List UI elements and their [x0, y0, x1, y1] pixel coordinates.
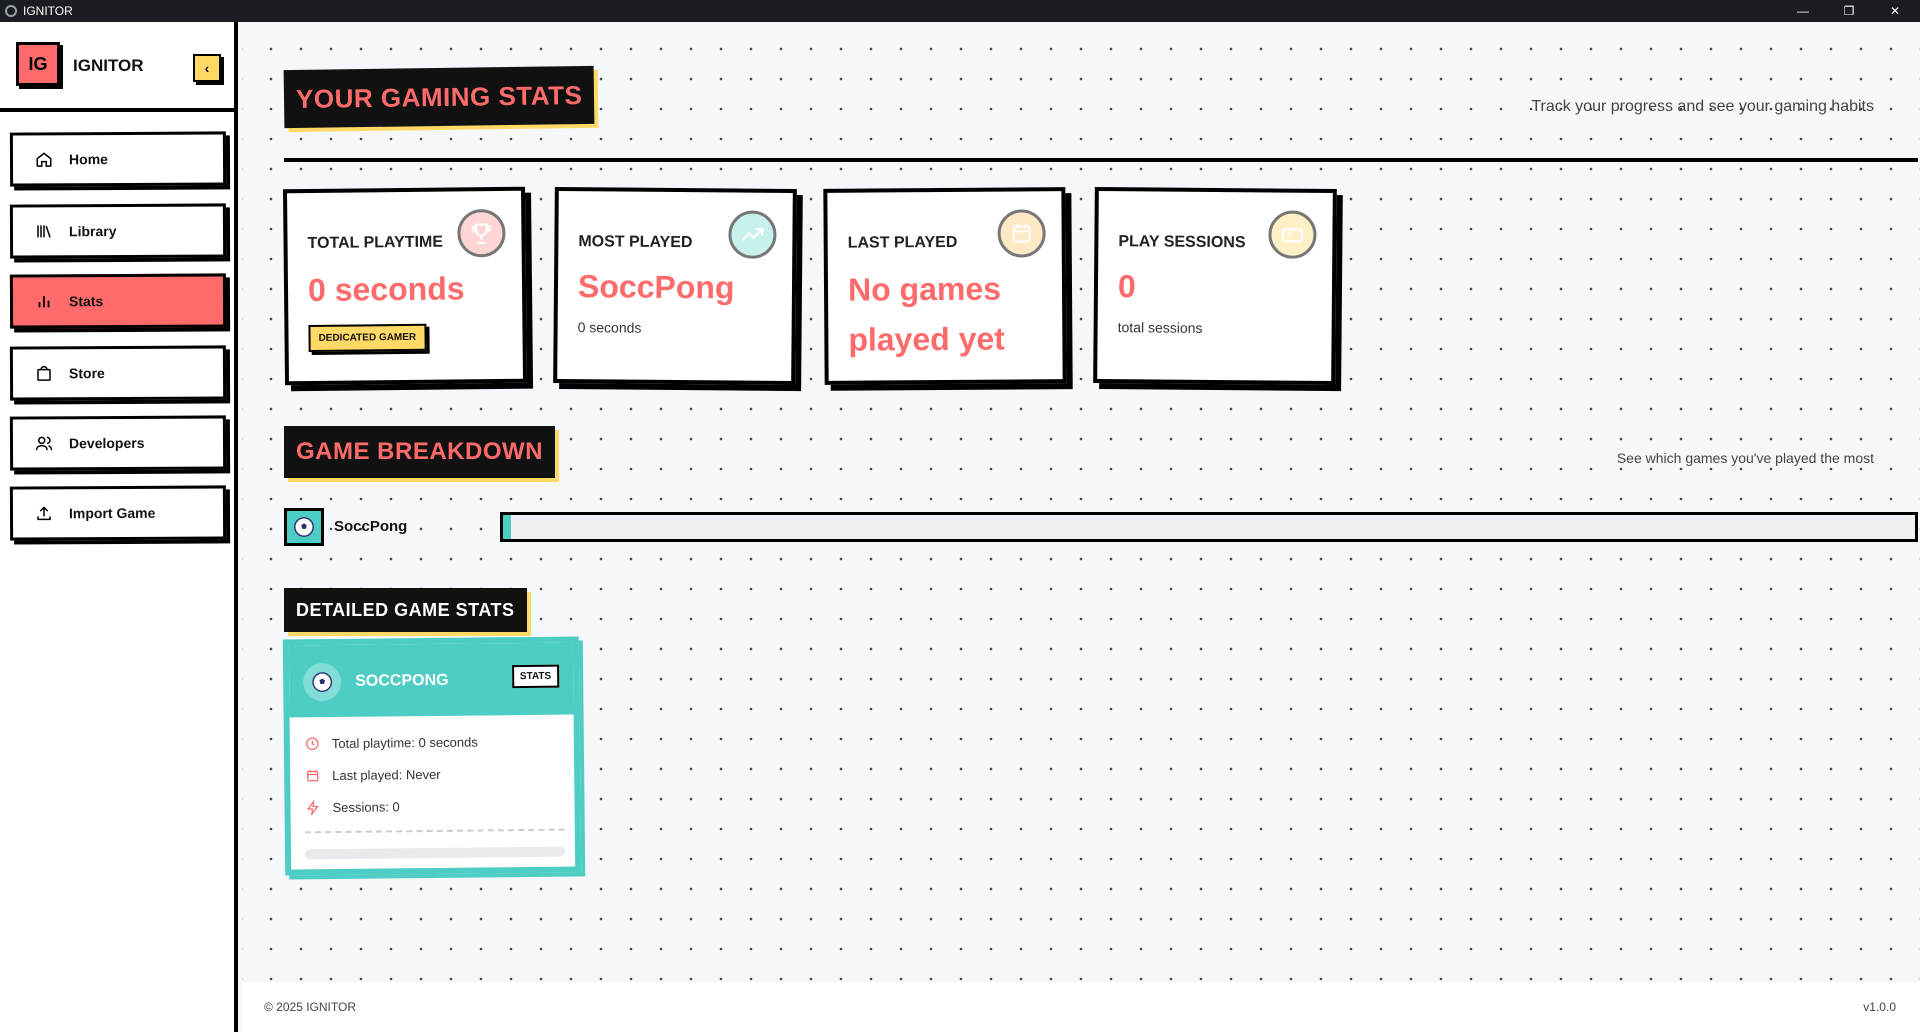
stat-label: LAST PLAYED [847, 233, 958, 252]
window-title: IGNITOR [23, 4, 73, 18]
page-subtitle: Track your progress and see your gaming … [1531, 98, 1874, 115]
breakdown-subtitle: See which games you've played the most [1616, 450, 1874, 466]
minimize-button[interactable]: — [1780, 0, 1826, 22]
stat-label: TOTAL PLAYTIME [307, 233, 444, 253]
game-card-progress [304, 846, 566, 860]
game-card-last-played: Last played: Never [332, 766, 441, 783]
home-icon [33, 149, 55, 169]
sidebar-item-store[interactable]: Store [9, 345, 227, 401]
page-title: YOUR GAMING STATS [283, 65, 595, 129]
gamepad-icon [1268, 210, 1317, 259]
game-card-sessions: Sessions: 0 [332, 798, 400, 815]
game-card-sessions-row: Sessions: 0 [304, 798, 400, 815]
library-icon [33, 221, 55, 241]
stat-subvalue: 0 seconds [577, 319, 642, 336]
copyright: © 2025 IGNITOR [264, 1000, 356, 1014]
game-card-playtime-row: Total playtime: 0 seconds [304, 734, 478, 752]
stat-card-last-played: LAST PLAYED No games played yet [823, 187, 1067, 385]
version-label: v1.0.0 [1863, 1000, 1896, 1014]
sidebar-item-library[interactable]: Library [9, 203, 227, 259]
upload-icon [33, 503, 55, 523]
calendar-icon [304, 767, 320, 783]
stat-value-line2: played yet [848, 320, 1006, 358]
footer: © 2025 IGNITOR v1.0.0 [242, 982, 1920, 1032]
stat-card-total-playtime: TOTAL PLAYTIME 0 seconds DEDICATED GAMER [282, 186, 528, 386]
breakdown-bar [500, 512, 1918, 542]
brand-name: IGNITOR [73, 56, 144, 75]
sidebar-item-label: Developers [68, 434, 145, 452]
section-title-detailed-stats: DETAILED GAME STATS [284, 588, 527, 632]
game-stats-card[interactable]: SOCCPONG STATS Total playtime: 0 seconds… [282, 636, 582, 876]
sidebar-item-import-game[interactable]: Import Game [9, 485, 227, 541]
section-title-game-breakdown: GAME BREAKDOWN [284, 426, 555, 478]
status-badge: DEDICATED GAMER [308, 323, 427, 353]
sidebar-item-label: Import Game [68, 504, 156, 522]
window-titlebar: IGNITOR — ❐ ✕ [0, 0, 1920, 22]
soccer-ball-icon [303, 662, 342, 702]
stat-value: SoccPong [577, 268, 735, 306]
sidebar-item-stats[interactable]: Stats [9, 273, 227, 329]
stat-subvalue: total sessions [1117, 319, 1203, 336]
breakdown-game-name: SoccPong [334, 518, 408, 535]
bar-chart-icon [33, 291, 55, 311]
restore-button[interactable]: ❐ [1826, 0, 1872, 22]
clock-icon [304, 735, 320, 751]
lightning-icon [304, 799, 320, 815]
stat-label: PLAY SESSIONS [1118, 233, 1246, 252]
sidebar-item-label: Stats [68, 293, 104, 310]
stat-card-play-sessions: PLAY SESSIONS 0 total sessions [1093, 186, 1337, 386]
collapse-sidebar-button[interactable]: ‹ [193, 54, 221, 82]
logo: IG [16, 42, 60, 86]
app-icon [5, 5, 17, 17]
sidebar-item-home[interactable]: Home [9, 131, 227, 187]
stat-card-most-played: MOST PLAYED SoccPong 0 seconds [553, 186, 797, 386]
store-icon [33, 363, 55, 383]
stat-label: MOST PLAYED [578, 233, 693, 252]
main-content: YOUR GAMING STATS Track your progress an… [242, 22, 1920, 982]
game-card-playtime: Total playtime: 0 seconds [331, 734, 478, 751]
stat-value-line1: No games [847, 270, 1002, 308]
game-card-last-played-row: Last played: Never [304, 766, 441, 783]
close-button[interactable]: ✕ [1872, 0, 1918, 22]
sidebar-item-label: Home [68, 151, 108, 168]
trending-up-icon [728, 210, 777, 259]
divider [304, 828, 565, 834]
sidebar: IG IGNITOR ‹ Home Library Stats Store De… [0, 22, 238, 1032]
stat-value: 0 [1117, 268, 1136, 305]
calendar-icon [997, 209, 1046, 258]
sidebar-item-label: Store [68, 365, 105, 382]
header-divider [284, 158, 1918, 162]
brand-header: IG IGNITOR ‹ [0, 22, 234, 112]
stat-value: 0 seconds [307, 270, 465, 309]
sidebar-item-developers[interactable]: Developers [9, 415, 227, 471]
game-card-header: SOCCPONG STATS [288, 642, 574, 718]
soccer-ball-icon [284, 508, 324, 546]
trophy-icon [457, 208, 506, 258]
game-card-title: SOCCPONG [355, 671, 449, 690]
stats-tag: STATS [511, 664, 560, 689]
breakdown-bar-fill [503, 515, 512, 539]
sidebar-item-label: Library [68, 223, 117, 240]
users-icon [33, 433, 55, 453]
